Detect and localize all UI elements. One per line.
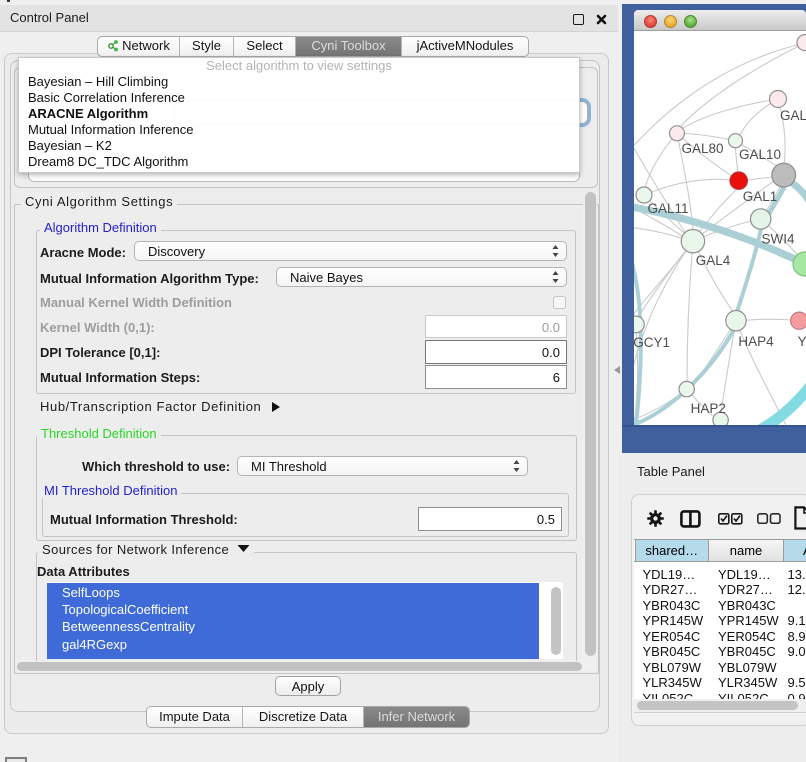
svg-text:HAP2: HAP2 [691,401,726,416]
svg-text:GAL10: GAL10 [739,147,781,162]
svg-text:SWI4: SWI4 [761,232,794,247]
svg-text:GAL80: GAL80 [681,141,723,156]
svg-text:GAL4: GAL4 [696,253,731,268]
svg-text:GCY1: GCY1 [634,335,670,350]
svg-text:GAL1: GAL1 [743,189,778,204]
svg-text:GAL11: GAL11 [647,201,688,216]
svg-text:GAL7: GAL7 [780,108,806,123]
svg-text:HAP4: HAP4 [738,334,774,349]
svg-text:YB: YB [798,334,806,349]
